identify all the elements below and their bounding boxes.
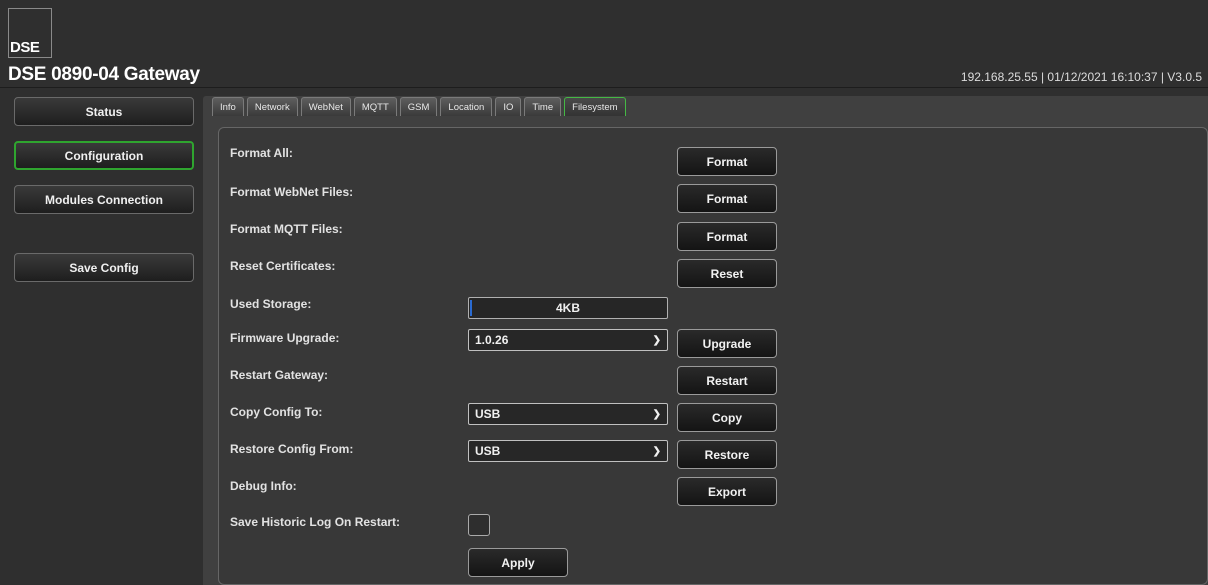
- copy-config-value: USB: [475, 407, 501, 421]
- format-webnet-button[interactable]: Format: [677, 184, 777, 213]
- logo-text: DSE: [10, 39, 40, 56]
- tab-filesystem[interactable]: Filesystem: [564, 97, 626, 116]
- restore-button[interactable]: Restore: [677, 440, 777, 469]
- upgrade-button[interactable]: Upgrade: [677, 329, 777, 358]
- format-mqtt-label: Format MQTT Files:: [230, 222, 343, 236]
- format-webnet-label: Format WebNet Files:: [230, 185, 354, 199]
- used-storage-fill: [470, 300, 472, 316]
- used-storage-label: Used Storage:: [230, 297, 312, 311]
- restore-config-select[interactable]: USB ❯: [468, 440, 668, 462]
- firmware-version-select[interactable]: 1.0.26 ❯: [468, 329, 668, 351]
- format-all-label: Format All:: [230, 146, 293, 160]
- tab-time[interactable]: Time: [524, 97, 562, 116]
- copy-config-label: Copy Config To:: [230, 405, 323, 419]
- export-button[interactable]: Export: [677, 477, 777, 506]
- tab-network[interactable]: Network: [246, 97, 298, 116]
- firmware-upgrade-label: Firmware Upgrade:: [230, 331, 340, 345]
- restore-config-value: USB: [475, 444, 501, 458]
- firmware-version-value: 1.0.26: [475, 333, 509, 347]
- sidebar-item-modules-connection[interactable]: Modules Connection: [14, 185, 194, 214]
- status-line: 192.168.25.55 | 01/12/2021 16:10:37 | V3…: [960, 70, 1202, 84]
- sidebar-item-configuration[interactable]: Configuration: [14, 141, 194, 170]
- chevron-down-icon: ❯: [652, 335, 661, 346]
- debug-info-label: Debug Info:: [230, 479, 297, 493]
- chevron-down-icon: ❯: [652, 446, 661, 457]
- reset-certificates-button[interactable]: Reset: [677, 259, 777, 288]
- copy-button[interactable]: Copy: [677, 403, 777, 432]
- header-divider: [0, 87, 1208, 88]
- restart-button[interactable]: Restart: [677, 366, 777, 395]
- dse-logo: DSE: [8, 8, 52, 58]
- used-storage-value: 4KB: [555, 301, 580, 315]
- restore-config-label: Restore Config From:: [230, 442, 354, 456]
- format-mqtt-button[interactable]: Format: [677, 222, 777, 251]
- tab-io[interactable]: IO: [495, 97, 522, 116]
- tab-gsm[interactable]: GSM: [399, 97, 438, 116]
- sidebar-item-status[interactable]: Status: [14, 97, 194, 126]
- used-storage-bar: 4KB: [468, 297, 668, 319]
- apply-button[interactable]: Apply: [468, 548, 568, 577]
- app-title: DSE 0890-04 Gateway: [8, 64, 200, 85]
- tab-bar: Info Network WebNet MQTT GSM Location IO…: [212, 97, 626, 116]
- tab-webnet[interactable]: WebNet: [300, 97, 351, 116]
- restart-gateway-label: Restart Gateway:: [230, 368, 329, 382]
- save-historic-log-checkbox[interactable]: [468, 514, 490, 536]
- copy-config-select[interactable]: USB ❯: [468, 403, 668, 425]
- tab-location[interactable]: Location: [440, 97, 493, 116]
- tab-mqtt[interactable]: MQTT: [353, 97, 397, 116]
- reset-certificates-label: Reset Certificates:: [230, 259, 336, 273]
- tab-info[interactable]: Info: [212, 97, 244, 116]
- chevron-down-icon: ❯: [652, 409, 661, 420]
- sidebar-item-save-config[interactable]: Save Config: [14, 253, 194, 282]
- save-historic-log-label: Save Historic Log On Restart:: [230, 515, 401, 529]
- format-all-button[interactable]: Format: [677, 147, 777, 176]
